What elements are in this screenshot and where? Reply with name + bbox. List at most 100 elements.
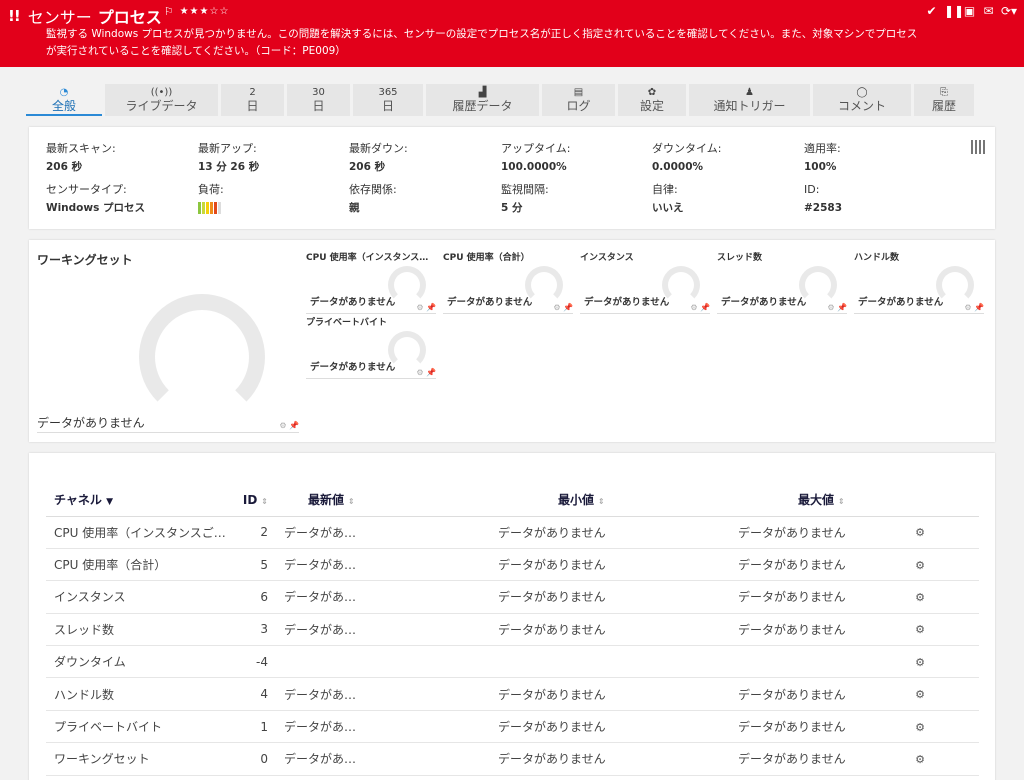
priority-stars[interactable]: ★★★☆☆ [180,6,230,17]
tab-label: 履歴データ [452,99,513,113]
id-cell: -4 [236,645,278,679]
coverage: 適用率: 100% [804,142,841,173]
channel-cell: ワーキングセット [46,742,236,776]
gauge-nodata: データがありません [858,297,944,308]
table-row[interactable]: ダウンタイム -4 ⚙ [46,645,979,679]
channel-cell: CPU 使用率（インスタンスご… [46,516,236,549]
tab-6[interactable]: ▤ ログ [542,84,615,116]
tab-8[interactable]: ♟ 通知トリガー [689,84,810,116]
tab-bar: ◔ 全般 ((•)) ライブデータ 2 日 30 日 365 日 ▟ 履歴データ ▤ ログ ✿ 設定 ♟ 通知トリ… [26,84,996,116]
table-row[interactable]: ワーキングセット 0 データがあ… データがありません データがありません ⚙ [46,742,979,776]
channel-column-header[interactable]: チャネル ▼ [46,484,236,517]
tab-icon: ◔ [59,87,69,98]
tab-7[interactable]: ✿ 設定 [618,84,686,116]
max-cell: データがありません [718,677,878,711]
channel-settings-icon[interactable]: ⚙ [915,753,925,766]
min-cell: データがありません [478,742,718,776]
check-icon[interactable]: ✔ [925,4,938,18]
channel-settings-icon[interactable]: ⚙ [915,623,925,636]
tab-label: ライブデータ [125,99,198,113]
gauge-title: CPU 使用率（合計） [443,253,530,263]
channel-cell: プライベートバイト [46,710,236,744]
table-row[interactable]: CPU 使用率（インスタンスご… 2 データがあ… データがありません データがありませ… [46,516,979,549]
channel-settings-icon[interactable]: ⚙ [915,526,925,539]
gauge-settings-icon[interactable]: ⚙ 📌 [964,303,984,312]
channel-settings-icon[interactable]: ⚙ [915,688,925,701]
tab-label: ログ [566,99,591,113]
gauge-settings-icon[interactable]: ⚙ 📌 [416,368,436,377]
min-cell: データがありません [478,710,718,744]
actions-column-header [878,484,979,517]
refresh-icon[interactable]: ⟳▾ [1001,4,1017,18]
gauge-nodata: データがありません [721,297,807,308]
sensor-title: !! センサー プロセス ⚐ ★★★☆☆ [8,4,229,28]
max-cell: データがありません [718,516,878,549]
header-actions: ✔ ❚❚ ▣ ✉ ⟳▾ [925,4,1017,18]
tab-label: 全般 [51,99,76,113]
gauge-settings-icon[interactable]: ⚙ 📌 [279,421,299,430]
min-column-header[interactable]: 最小値 ⇕ [478,484,718,517]
tab-label: 設定 [639,99,664,113]
channel-settings-icon[interactable]: ⚙ [915,559,925,572]
load-segment [210,202,213,214]
tab-0[interactable]: ◔ 全般 [26,84,102,116]
flag-icon[interactable]: ⚐ [164,5,174,18]
latest-cell: データがあ… [278,710,478,744]
mail-icon[interactable]: ✉ [982,4,995,18]
latest-cell: データがあ… [278,613,478,647]
gauge-settings-icon[interactable]: ⚙ 📌 [690,303,710,312]
document-icon[interactable]: ▣ [963,4,976,18]
channel-settings-icon[interactable]: ⚙ [915,656,925,669]
max-cell [718,645,878,679]
dependency: 依存関係: 親 [349,183,397,214]
latest-column-header[interactable]: 最新値 ⇕ [278,484,478,517]
tab-1[interactable]: ((•)) ライブデータ [105,84,218,116]
small-gauge: インスタンス データがありません ⚙ 📌 [580,250,710,314]
gauge-settings-icon[interactable]: ⚙ 📌 [827,303,847,312]
tab-10[interactable]: ⎘ 履歴 [914,84,974,116]
channel-cell: ハンドル数 [46,677,236,711]
table-row[interactable]: インスタンス 6 データがあ… データがありません データがありません ⚙ [46,580,979,614]
channel-settings-icon[interactable]: ⚙ [915,591,925,604]
id-cell: 5 [236,548,278,582]
gauge-settings-icon[interactable]: ⚙ 📌 [416,303,436,312]
qr-code-icon[interactable] [971,140,985,154]
id-cell: 3 [236,613,278,647]
max-column-header[interactable]: 最大値 ⇕ [718,484,878,517]
table-row[interactable]: ハンドル数 4 データがあ… データがありません データがありません ⚙ [46,677,979,711]
latest-cell: データがあ… [278,548,478,582]
sensor-header: !! センサー プロセス ⚐ ★★★☆☆ 監視する Windows プロセスが見… [0,0,1024,67]
tab-icon: ((•)) [150,87,173,98]
channel-settings-icon[interactable]: ⚙ [915,721,925,734]
load-segment [206,202,209,214]
tab-3[interactable]: 30 日 [287,84,350,116]
small-gauge: CPU 使用率（インスタンスご… データがありません ⚙ 📌 [306,250,436,314]
table-row[interactable]: スレッド数 3 データがあ… データがありません データがありません ⚙ [46,613,979,647]
id-column-header[interactable]: ID ⇕ [236,484,278,517]
tab-2[interactable]: 2日 [221,84,284,116]
tab-9[interactable]: ◯ コメント [813,84,911,116]
load-indicator [198,202,224,214]
latest-cell: データがあ… [278,516,478,549]
table-row[interactable]: CPU 使用率（合計） 5 データがあ… データがありません データがありません ⚙ [46,548,979,582]
tab-icon: ✿ [647,87,657,98]
tab-label: 日 [246,99,259,113]
gauge-title: CPU 使用率（インスタンスご… [306,253,436,263]
pause-icon[interactable]: ❚❚ [944,4,964,18]
tab-4[interactable]: 365 日 [353,84,423,116]
last-down: 最新ダウン: 206 秒 [349,142,408,173]
gauge-title: プライベートバイト [306,318,388,328]
working-set-title: ワーキングセット [37,253,133,267]
error-message: 監視する Windows プロセスが見つかりません。この問題を解決するには、セン… [46,28,918,57]
tab-5[interactable]: ▟ 履歴データ [426,84,539,116]
latest-cell: データがあ… [278,677,478,711]
gauge-title: インスタンス [580,253,634,263]
gauge-settings-icon[interactable]: ⚙ 📌 [553,303,573,312]
small-gauge: プライベートバイト データがありません ⚙ 📌 [306,315,436,379]
sensor-name: プロセス [97,8,162,27]
channel-cell: CPU 使用率（合計） [46,548,236,582]
id-cell: 1 [236,710,278,744]
latest-cell: データがあ… [278,742,478,776]
min-cell: データがありません [478,677,718,711]
table-row[interactable]: プライベートバイト 1 データがあ… データがありません データがありません ⚙ [46,710,979,744]
